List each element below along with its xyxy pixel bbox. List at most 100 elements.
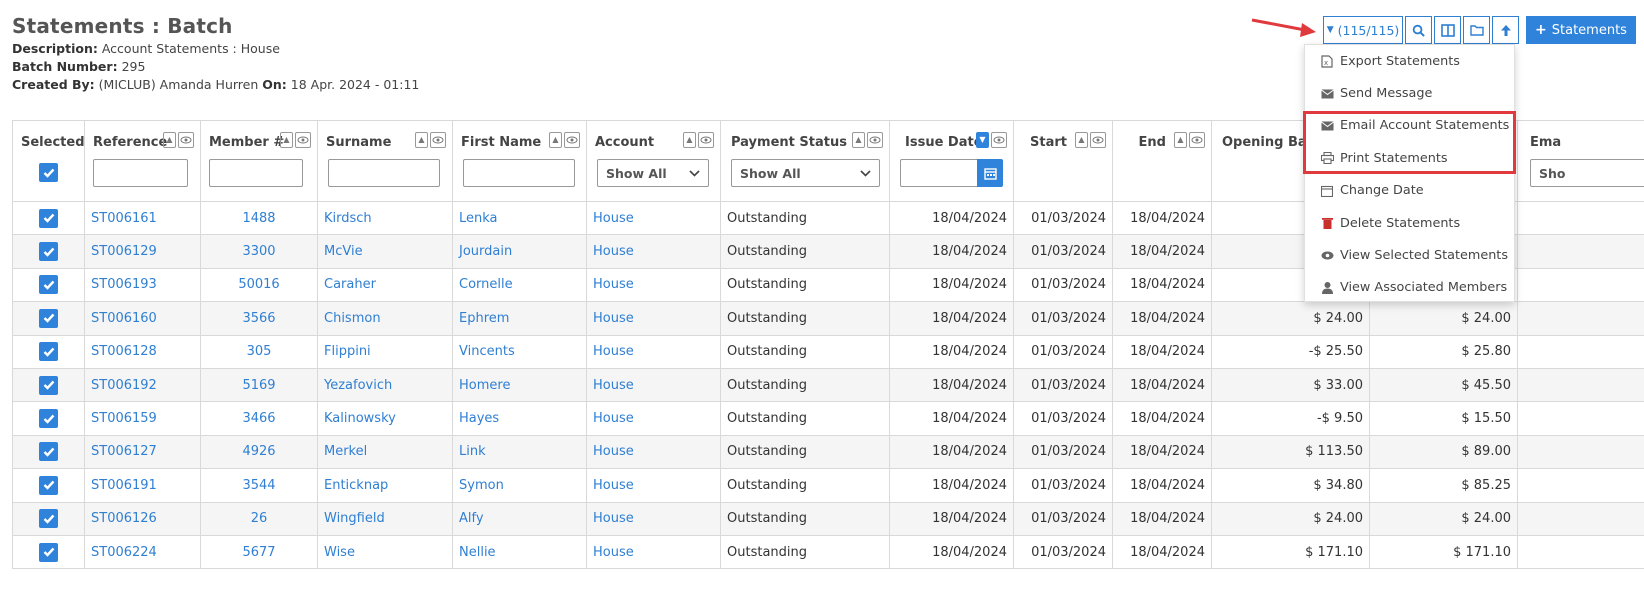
table-row[interactable]: ST006192 5169 Yezafovich Homere House Ou… bbox=[12, 367, 1644, 403]
member-filter-input[interactable] bbox=[209, 159, 303, 187]
scroll-top-button[interactable] bbox=[1492, 16, 1519, 44]
eye-icon[interactable] bbox=[867, 132, 883, 148]
sort-icon[interactable]: ▲ bbox=[1174, 132, 1187, 148]
first-name-link[interactable]: Alfy bbox=[452, 501, 587, 536]
member-number-link[interactable]: 5677 bbox=[200, 534, 318, 570]
reference-filter-input[interactable] bbox=[93, 159, 188, 187]
row-checkbox[interactable] bbox=[39, 275, 58, 295]
surname-filter-input[interactable] bbox=[328, 159, 440, 187]
first-name-link[interactable]: Vincents bbox=[452, 334, 587, 369]
folder-button[interactable] bbox=[1463, 16, 1490, 44]
first-name-link[interactable]: Symon bbox=[452, 468, 587, 503]
email-filter-select[interactable]: Sho bbox=[1530, 159, 1644, 187]
account-link[interactable]: House bbox=[586, 534, 721, 570]
row-checkbox[interactable] bbox=[39, 375, 58, 395]
reference-link[interactable]: ST006191 bbox=[84, 468, 201, 503]
first-name-link[interactable]: Jourdain bbox=[452, 234, 587, 269]
row-checkbox[interactable] bbox=[39, 442, 58, 462]
menu-item-view-associated-members[interactable]: View Associated Members bbox=[1305, 272, 1514, 304]
reference-link[interactable]: ST006126 bbox=[84, 501, 201, 536]
columns-button[interactable] bbox=[1434, 16, 1461, 44]
reference-link[interactable]: ST006193 bbox=[84, 267, 201, 303]
first-name-link[interactable]: Link bbox=[452, 434, 587, 470]
sort-icon[interactable]: ▲ bbox=[852, 132, 865, 148]
table-row[interactable]: ST006191 3544 Enticknap Symon House Outs… bbox=[12, 468, 1644, 503]
first-name-link[interactable]: Ephrem bbox=[452, 301, 587, 336]
menu-item-view-selected-statements[interactable]: View Selected Statements bbox=[1305, 239, 1514, 271]
row-checkbox[interactable] bbox=[39, 208, 58, 228]
reference-link[interactable]: ST006159 bbox=[84, 401, 201, 436]
row-checkbox[interactable] bbox=[39, 342, 58, 362]
first-name-link[interactable]: Homere bbox=[452, 367, 587, 403]
table-row[interactable]: ST006159 3466 Kalinowsky Hayes House Out… bbox=[12, 401, 1644, 436]
eye-icon[interactable] bbox=[991, 132, 1007, 148]
surname-link[interactable]: McVie bbox=[317, 234, 453, 269]
row-checkbox[interactable] bbox=[39, 475, 58, 495]
surname-link[interactable]: Flippini bbox=[317, 334, 453, 369]
eye-icon[interactable] bbox=[1090, 132, 1106, 148]
row-checkbox[interactable] bbox=[39, 308, 58, 328]
first-name-link[interactable]: Nellie bbox=[452, 534, 587, 570]
member-number-link[interactable]: 3566 bbox=[200, 301, 318, 336]
account-link[interactable]: House bbox=[586, 401, 721, 436]
account-link[interactable]: House bbox=[586, 367, 721, 403]
table-row[interactable]: ST006127 4926 Merkel Link House Outstand… bbox=[12, 434, 1644, 470]
sort-icon[interactable]: ▲ bbox=[549, 132, 562, 148]
account-link[interactable]: House bbox=[586, 334, 721, 369]
surname-link[interactable]: Enticknap bbox=[317, 468, 453, 503]
issue-date-picker-button[interactable] bbox=[977, 159, 1003, 187]
member-number-link[interactable]: 3544 bbox=[200, 468, 318, 503]
first-name-link[interactable]: Cornelle bbox=[452, 267, 587, 303]
account-link[interactable]: House bbox=[586, 200, 721, 236]
table-row[interactable]: ST006160 3566 Chismon Ephrem House Outst… bbox=[12, 301, 1644, 336]
sort-icon[interactable]: ▲ bbox=[1075, 132, 1088, 148]
first-name-link[interactable]: Hayes bbox=[452, 401, 587, 436]
account-link[interactable]: House bbox=[586, 434, 721, 470]
sort-icon[interactable]: ▲ bbox=[280, 132, 293, 148]
account-link[interactable]: House bbox=[586, 501, 721, 536]
eye-icon[interactable] bbox=[1189, 132, 1205, 148]
search-button[interactable] bbox=[1405, 16, 1432, 44]
row-checkbox[interactable] bbox=[39, 242, 58, 262]
sort-icon[interactable]: ▲ bbox=[415, 132, 428, 148]
menu-item-print-statements[interactable]: Print Statements bbox=[1305, 142, 1514, 174]
member-number-link[interactable]: 5169 bbox=[200, 367, 318, 403]
member-number-link[interactable]: 3466 bbox=[200, 401, 318, 436]
reference-link[interactable]: ST006127 bbox=[84, 434, 201, 470]
surname-link[interactable]: Chismon bbox=[317, 301, 453, 336]
account-link[interactable]: House bbox=[586, 234, 721, 269]
eye-icon[interactable] bbox=[430, 132, 446, 148]
account-link[interactable]: House bbox=[586, 468, 721, 503]
row-checkbox[interactable] bbox=[39, 409, 58, 429]
surname-link[interactable]: Kirdsch bbox=[317, 200, 453, 236]
sort-desc-icon[interactable]: ▼ bbox=[976, 132, 989, 148]
surname-link[interactable]: Wise bbox=[317, 534, 453, 570]
surname-link[interactable]: Caraher bbox=[317, 267, 453, 303]
member-number-link[interactable]: 305 bbox=[200, 334, 318, 369]
select-all-checkbox[interactable] bbox=[39, 163, 58, 182]
surname-link[interactable]: Yezafovich bbox=[317, 367, 453, 403]
menu-item-export-statements[interactable]: x Export Statements bbox=[1305, 45, 1514, 77]
sort-icon[interactable]: ▲ bbox=[683, 132, 696, 148]
member-number-link[interactable]: 4926 bbox=[200, 434, 318, 470]
payment-status-filter-select[interactable]: Show All bbox=[731, 159, 880, 187]
account-link[interactable]: House bbox=[586, 301, 721, 336]
surname-link[interactable]: Merkel bbox=[317, 434, 453, 470]
menu-item-send-message[interactable]: Send Message bbox=[1305, 77, 1514, 109]
surname-link[interactable]: Kalinowsky bbox=[317, 401, 453, 436]
reference-link[interactable]: ST006161 bbox=[84, 200, 201, 236]
member-number-link[interactable]: 26 bbox=[200, 501, 318, 536]
table-row[interactable]: ST006128 305 Flippini Vincents House Out… bbox=[12, 334, 1644, 369]
reference-link[interactable]: ST006129 bbox=[84, 234, 201, 269]
first-name-filter-input[interactable] bbox=[463, 159, 575, 187]
member-number-link[interactable]: 1488 bbox=[200, 200, 318, 236]
eye-icon[interactable] bbox=[295, 132, 311, 148]
surname-link[interactable]: Wingfield bbox=[317, 501, 453, 536]
reference-link[interactable]: ST006192 bbox=[84, 367, 201, 403]
eye-icon[interactable] bbox=[698, 132, 714, 148]
table-row[interactable]: ST006126 26 Wingfield Alfy House Outstan… bbox=[12, 501, 1644, 536]
menu-item-email-account-statements[interactable]: Email Account Statements bbox=[1305, 110, 1514, 142]
sort-icon[interactable]: ▲ bbox=[163, 132, 176, 148]
first-name-link[interactable]: Lenka bbox=[452, 200, 587, 236]
menu-item-change-date[interactable]: Change Date bbox=[1305, 175, 1514, 207]
